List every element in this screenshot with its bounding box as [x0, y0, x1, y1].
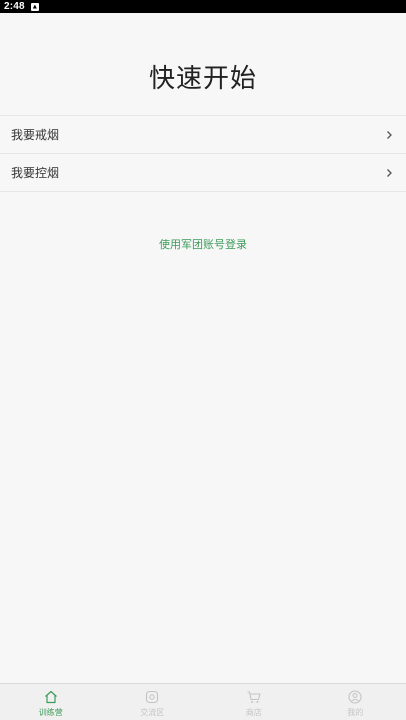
chat-icon — [146, 690, 159, 703]
user-icon — [348, 689, 362, 704]
legion-login-link[interactable]: 使用军团账号登录 — [0, 236, 406, 252]
status-bar: 2:48 — [0, 0, 406, 13]
chevron-right-icon — [384, 130, 394, 140]
tab-community[interactable]: 交流区 — [102, 684, 204, 720]
notification-icon — [30, 2, 39, 11]
status-time: 2:48 — [4, 1, 25, 12]
home-icon — [44, 690, 57, 703]
chevron-right-icon — [384, 168, 394, 178]
cart-icon — [247, 690, 261, 703]
tab-label: 我的 — [347, 707, 364, 717]
page-title: 快速开始 — [148, 64, 257, 94]
option-control-smoking[interactable]: 我要控烟 — [0, 154, 406, 192]
tab-profile[interactable]: 我的 — [305, 684, 406, 720]
tab-training-camp[interactable]: 训练营 — [0, 684, 102, 720]
option-label: 我要控烟 — [11, 166, 60, 180]
tab-label: 交流区 — [140, 707, 165, 717]
tab-label: 训练营 — [38, 707, 63, 717]
option-label: 我要戒烟 — [11, 128, 60, 142]
tab-shop[interactable]: 商店 — [203, 684, 305, 720]
option-quit-smoking[interactable]: 我要戒烟 — [0, 116, 406, 154]
tab-label: 商店 — [245, 707, 262, 717]
bottom-tab-bar: 训练营 交流区 商店 我的 — [0, 683, 406, 720]
option-list: 我要戒烟 我要控烟 — [0, 115, 406, 192]
